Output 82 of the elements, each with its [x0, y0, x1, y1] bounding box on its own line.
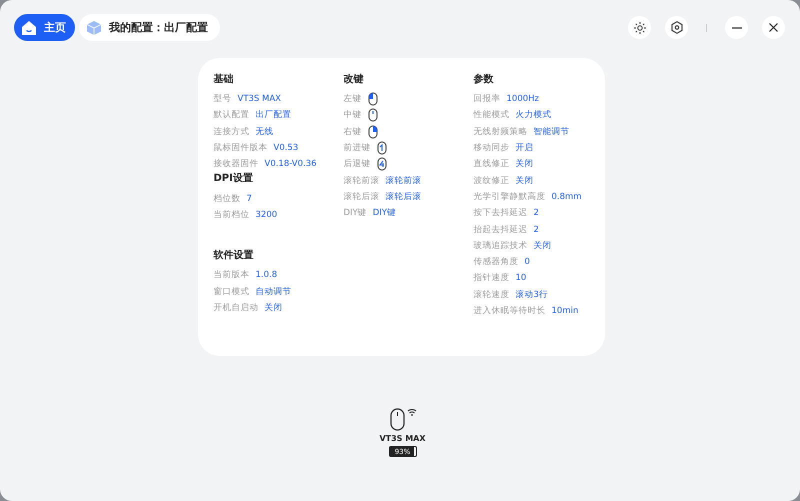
field-label: 型号 — [214, 93, 232, 106]
field-value[interactable]: DIY键 — [372, 207, 396, 220]
field-label: 抬起去抖延迟 — [474, 224, 528, 236]
field-label: 中键 — [344, 109, 362, 122]
field-label: DIY键 — [344, 207, 367, 220]
field-value[interactable]: 火力模式 — [516, 109, 552, 122]
field-value[interactable]: 2 — [534, 224, 539, 235]
wireless-mouse-icon — [388, 406, 418, 432]
field-value[interactable]: 2 — [534, 208, 539, 218]
field-value[interactable]: 3200 — [256, 210, 278, 220]
field-label: 玻璃追踪技术 — [474, 240, 528, 252]
mouse-button-icon — [368, 124, 378, 139]
field-value[interactable]: 关闭 — [534, 240, 552, 252]
field-label: 窗口模式 — [214, 286, 250, 298]
field-label: 档位数 — [214, 192, 240, 205]
field-label: 传感器角度 — [474, 256, 518, 268]
minimize-icon — [732, 26, 742, 28]
field-label: 回报率 — [474, 93, 500, 106]
field-label: 左键 — [344, 93, 362, 106]
field-label: 直线修正 — [474, 158, 510, 170]
device-name: VT3S MAX — [379, 434, 426, 443]
field-value[interactable]: 10 — [516, 273, 526, 284]
field-label: 按下去抖延迟 — [474, 207, 528, 220]
field-value[interactable]: 自动调节 — [256, 286, 292, 298]
field-value[interactable]: 0 — [524, 257, 530, 268]
field-value[interactable]: 7 — [246, 194, 252, 204]
mouse-button-icon — [368, 92, 378, 106]
field-value[interactable]: VT3S MAX — [238, 94, 281, 104]
settings-button[interactable] — [665, 16, 688, 39]
field-value[interactable]: 10min — [552, 306, 578, 316]
field-value[interactable]: 1.0.8 — [256, 270, 278, 280]
tab[interactable]: 我的配置：出厂配置 — [79, 14, 220, 41]
field-label: 指针速度 — [474, 272, 510, 284]
field-value[interactable]: 1000Hz — [506, 94, 539, 104]
field-value[interactable]: 滚轮前滚 — [386, 174, 422, 187]
close-button[interactable] — [762, 16, 785, 39]
close-icon — [769, 23, 778, 32]
field-label: 右键 — [344, 126, 362, 138]
section-title: 参数 — [474, 73, 494, 87]
field-label: 开机自启动 — [214, 302, 258, 314]
field-label: 连接方式 — [214, 126, 250, 138]
field-label: 当前档位 — [214, 208, 250, 221]
field-label: 滚轮后滚 — [344, 190, 380, 203]
field-value[interactable]: 滚轮后滚 — [386, 190, 422, 203]
field-value[interactable]: 关闭 — [264, 302, 282, 314]
field-label: 接收器固件 — [214, 158, 258, 170]
mouse-button-icon — [368, 108, 378, 122]
mouse-button-icon — [376, 141, 386, 156]
brightness-button[interactable] — [628, 16, 651, 39]
field-value[interactable]: 开启 — [516, 142, 534, 154]
home-icon — [21, 20, 37, 36]
field-label: 性能模式 — [474, 109, 510, 122]
field-value[interactable]: 滚动3行 — [516, 288, 548, 301]
mouse-button-icon — [376, 157, 386, 172]
field-label: 滚轮速度 — [474, 288, 510, 301]
field-label: 鼠标固件版本 — [214, 142, 268, 154]
field-value[interactable]: 0.8mm — [552, 192, 582, 202]
field-label: 前进键 — [344, 142, 370, 154]
field-value[interactable]: 智能调节 — [534, 126, 570, 138]
section-title: DPI设置 — [214, 172, 254, 186]
cube-icon — [86, 20, 102, 36]
field-value[interactable]: V0.53 — [274, 143, 298, 154]
section-title: 软件设置 — [214, 249, 254, 264]
field-value[interactable]: 关闭 — [516, 158, 534, 170]
field-value[interactable]: 关闭 — [516, 174, 534, 187]
tab[interactable]: 主页 — [14, 14, 75, 41]
field-label: 进入休眠等待时长 — [474, 305, 546, 317]
field-value[interactable]: V0.18-V0.36 — [264, 159, 317, 170]
section-title: 基础 — [214, 73, 234, 87]
field-label: 当前版本 — [214, 269, 250, 282]
field-label: 滚轮前滚 — [344, 174, 380, 187]
field-label: 后退键 — [344, 158, 370, 170]
field-value[interactable]: 出厂配置 — [256, 109, 292, 122]
sun-icon — [634, 22, 646, 34]
settings-icon — [670, 21, 682, 34]
field-label: 无线射频策略 — [474, 126, 528, 138]
field-label: 光学引擎静默高度 — [474, 190, 546, 203]
field-label: 默认配置 — [214, 109, 250, 122]
field-label: 移动同步 — [474, 142, 510, 154]
field-value[interactable]: 无线 — [256, 126, 274, 138]
field-label: 波纹修正 — [474, 174, 510, 187]
section-title: 改键 — [344, 73, 364, 87]
